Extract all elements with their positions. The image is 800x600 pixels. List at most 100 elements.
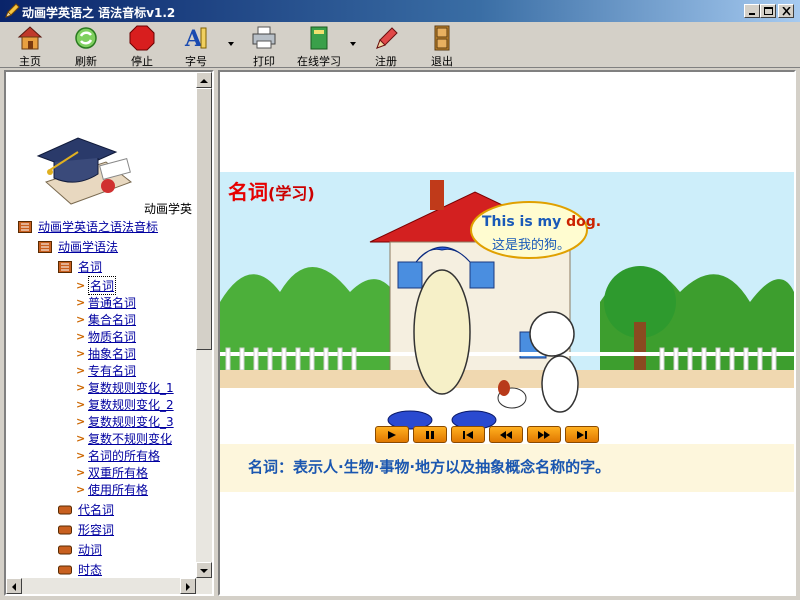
font-size-button[interactable]: A 字号	[178, 23, 214, 68]
clipped-label: 动画学英	[144, 202, 193, 216]
tree-grammar[interactable]: 动画学语法	[38, 238, 118, 255]
font-size-dropdown-arrow[interactable]	[228, 42, 234, 46]
tree-pronoun-label[interactable]: 代名词	[78, 501, 114, 518]
navigation-pane: 动画学英 动画学英语之语法音标 动画学语法 名词 > 名词 > 普通名词 > 集合名词…	[4, 70, 214, 596]
toolbar: 主页 刷新 停止 A 字号 打印 在线学习 注册 退出	[0, 22, 800, 68]
print-button[interactable]: 打印	[246, 23, 282, 68]
title-bar[interactable]: 动画学英语之 语法音标v1.2	[0, 0, 800, 22]
tree-verb-label[interactable]: 动词	[78, 541, 102, 558]
tree-item-label[interactable]: 物质名词	[88, 328, 136, 345]
rewind-to-start-icon	[463, 431, 473, 439]
tree-item-label[interactable]: 复数不规则变化	[88, 430, 172, 447]
play-button[interactable]	[375, 426, 409, 443]
home-label: 主页	[19, 55, 41, 68]
tree-item[interactable]: > 集合名词	[76, 311, 136, 328]
arrow-icon: >	[76, 364, 86, 377]
refresh-button[interactable]: 刷新	[68, 23, 104, 68]
pause-button[interactable]	[413, 426, 447, 443]
tree-item[interactable]: > 物质名词	[76, 328, 136, 345]
horizontal-scrollbar[interactable]	[6, 578, 196, 594]
closed-book-icon	[58, 545, 72, 554]
tree-adjective[interactable]: 形容词	[58, 521, 114, 538]
tree-tense-label[interactable]: 时态	[78, 561, 102, 578]
tree-pronoun[interactable]: 代名词	[58, 501, 114, 518]
title-sub: (学习)	[268, 184, 315, 203]
tree-item-label[interactable]: 复数规则变化_1	[88, 379, 174, 396]
minimize-button[interactable]	[744, 4, 760, 18]
tree-tense[interactable]: 时态	[58, 561, 102, 578]
close-button[interactable]	[778, 4, 794, 18]
tree-item[interactable]: > 复数规则变化_2	[76, 396, 174, 413]
pencil-icon	[5, 3, 20, 18]
playback-controls	[375, 426, 600, 444]
tree-item[interactable]: > 专有名词	[76, 362, 136, 379]
tree-adjective-label[interactable]: 形容词	[78, 521, 114, 538]
tree-noun-label[interactable]: 名词	[78, 258, 102, 275]
play-icon	[388, 431, 396, 439]
scroll-right-button[interactable]	[180, 578, 196, 594]
page-title: 名词(学习)	[228, 176, 315, 205]
home-button[interactable]: 主页	[12, 23, 48, 68]
scroll-thumb[interactable]	[196, 88, 212, 350]
tree-item[interactable]: > 普通名词	[76, 294, 136, 311]
closed-book-icon	[58, 505, 72, 514]
refresh-label: 刷新	[75, 55, 97, 68]
content-pane: 名词(学习) This is my dog. 这是我的狗。 名词：表示人·生物·…	[218, 70, 796, 596]
svg-text:A: A	[184, 26, 203, 52]
tree-item[interactable]: > 使用所有格	[76, 481, 148, 498]
close-icon	[782, 7, 791, 16]
tree-item-label[interactable]: 名词	[88, 276, 117, 295]
tree-item[interactable]: > 双重所有格	[76, 464, 148, 481]
maximize-button[interactable]	[760, 4, 776, 18]
tree-item-label[interactable]: 双重所有格	[88, 464, 148, 481]
online-learning-dropdown-arrow[interactable]	[350, 42, 356, 46]
rewind-button[interactable]	[489, 426, 523, 443]
skip-to-end-button[interactable]	[565, 426, 599, 443]
rewind-to-start-button[interactable]	[451, 426, 485, 443]
tree-item[interactable]: > 名词	[76, 276, 117, 295]
arrow-icon: >	[76, 347, 86, 360]
arrow-icon: >	[76, 313, 86, 326]
tree-item-label[interactable]: 复数规则变化_3	[88, 413, 174, 430]
tree-item[interactable]: > 复数不规则变化	[76, 430, 172, 447]
tree-noun[interactable]: 名词	[58, 258, 102, 275]
tree-item-label[interactable]: 名词的所有格	[88, 447, 160, 464]
online-learning-button[interactable]: 在线学习	[292, 23, 346, 68]
house-icon	[17, 26, 43, 50]
fast-forward-button[interactable]	[527, 426, 561, 443]
tree-item[interactable]: > 抽象名词	[76, 345, 136, 362]
arrow-icon: >	[76, 381, 86, 394]
exit-button[interactable]: 退出	[424, 23, 460, 68]
stop-label: 停止	[131, 55, 153, 68]
tree-root-label[interactable]: 动画学英语之语法音标	[38, 218, 158, 235]
tree-item-label[interactable]: 抽象名词	[88, 345, 136, 362]
tree-item-label[interactable]: 集合名词	[88, 311, 136, 328]
bubble-english-prefix: This is my	[482, 214, 567, 230]
font-size-label: 字号	[185, 55, 207, 68]
tree-root[interactable]: 动画学英语之语法音标	[18, 218, 158, 235]
vertical-scrollbar[interactable]	[196, 72, 212, 594]
tree-verb[interactable]: 动词	[58, 541, 102, 558]
scroll-left-button[interactable]	[6, 578, 22, 594]
window-title: 动画学英语之 语法音标v1.2	[22, 6, 176, 20]
arrow-icon: >	[76, 466, 86, 479]
tree-item-label[interactable]: 普通名词	[88, 294, 136, 311]
arrow-icon: >	[76, 483, 86, 496]
chevron-down-icon	[200, 569, 208, 573]
scroll-up-button[interactable]	[196, 72, 212, 88]
tree-item[interactable]: > 复数规则变化_1	[76, 379, 174, 396]
pencil-icon	[376, 27, 398, 49]
pause-icon	[426, 431, 434, 439]
register-label: 注册	[375, 55, 397, 68]
tree-item[interactable]: > 名词的所有格	[76, 447, 160, 464]
stop-button[interactable]: 停止	[124, 23, 160, 68]
scroll-down-button[interactable]	[196, 562, 212, 578]
tree-item-label[interactable]: 使用所有格	[88, 481, 148, 498]
tree-item-label[interactable]: 复数规则变化_2	[88, 396, 174, 413]
arrow-icon: >	[76, 296, 86, 309]
register-button[interactable]: 注册	[368, 23, 404, 68]
tree-item[interactable]: > 复数规则变化_3	[76, 413, 174, 430]
tree-grammar-label[interactable]: 动画学语法	[58, 238, 118, 255]
app-window: 动画学英语之 语法音标v1.2 主页 刷新 停止 A 字号 打印 在线学习 注册…	[0, 0, 800, 600]
tree-item-label[interactable]: 专有名词	[88, 362, 136, 379]
